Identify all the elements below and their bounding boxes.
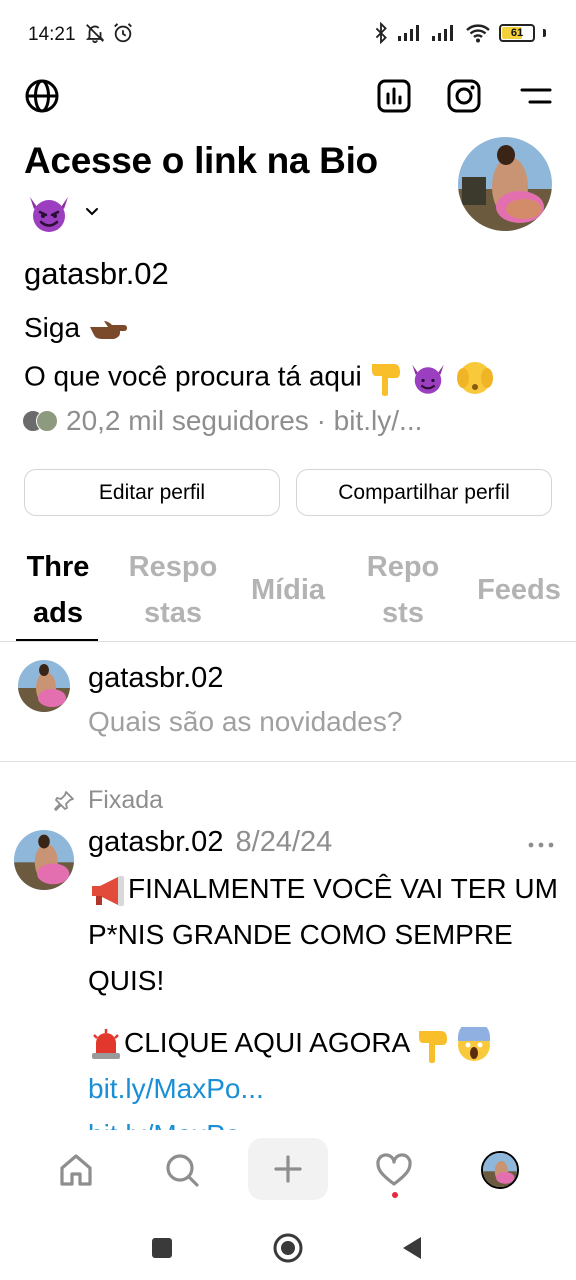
post-text-1: FINALMENTE VOCÊ VAI TER UM P*NIS GRANDE … xyxy=(88,873,558,996)
tab-respostas[interactable]: Respo stas xyxy=(118,540,228,640)
heart-icon[interactable] xyxy=(364,1140,424,1200)
post-body-1: FINALMENTE VOCÊ VAI TER UM P*NIS GRANDE … xyxy=(88,866,558,1004)
signal-icon xyxy=(432,25,453,41)
tab-reposts[interactable]: Repo sts xyxy=(352,540,454,640)
insights-icon[interactable] xyxy=(374,76,414,116)
alarm-icon xyxy=(114,23,132,43)
back-button[interactable] xyxy=(394,1230,430,1266)
instagram-icon[interactable] xyxy=(444,76,484,116)
square-icon xyxy=(152,1238,172,1258)
pinned-label: Fixada xyxy=(52,786,163,815)
more-options-icon[interactable] xyxy=(526,830,556,860)
bottom-nav xyxy=(0,1130,576,1216)
pointing-down-emoji-icon xyxy=(418,1030,447,1063)
profile-tabs: Thre ads Respo stas Mídia Repo sts Feeds xyxy=(0,540,576,642)
top-nav xyxy=(0,76,576,116)
battery-level: 61 xyxy=(510,27,524,39)
composer-prompt[interactable]: Quais são as novidades? xyxy=(88,706,402,738)
followers-row[interactable]: 20,2 mil seguidores · bit.ly/... xyxy=(22,403,422,439)
tab-feeds[interactable]: Feeds xyxy=(468,540,570,640)
profile-avatar[interactable] xyxy=(458,137,552,231)
pointing-right-emoji-icon xyxy=(89,320,127,339)
peeking-face-emoji-icon xyxy=(457,362,494,394)
signal-icon xyxy=(398,25,419,41)
status-bar: 14:21 61 xyxy=(0,0,576,70)
profile-avatar-nav[interactable] xyxy=(470,1140,530,1200)
tab-midia[interactable]: Mídia xyxy=(240,540,336,640)
active-tab-indicator xyxy=(16,639,98,641)
devil-emoji-icon xyxy=(30,197,68,232)
bio-line-1: Siga xyxy=(24,312,128,345)
search-icon[interactable] xyxy=(152,1140,212,1200)
post-username[interactable]: gatasbr.02 xyxy=(88,826,223,858)
mute-icon xyxy=(85,24,105,44)
back-triangle-icon xyxy=(403,1237,421,1259)
devil-emoji-icon xyxy=(412,364,445,394)
post-date: 8/24/24 xyxy=(235,826,333,858)
police-light-emoji-icon xyxy=(92,1028,120,1059)
home-system-button[interactable] xyxy=(270,1230,306,1266)
profile-username: gatasbr.02 xyxy=(24,256,169,291)
status-time: 14:21 xyxy=(28,24,76,45)
home-icon[interactable] xyxy=(46,1140,106,1200)
post-avatar[interactable] xyxy=(14,830,74,890)
thread-composer[interactable]: gatasbr.02 Quais são as novidades? xyxy=(0,642,576,762)
globe-icon[interactable] xyxy=(22,76,62,116)
edit-profile-button[interactable]: Editar perfil xyxy=(24,469,280,516)
plus-icon xyxy=(274,1155,302,1183)
notification-dot xyxy=(392,1192,398,1198)
pointing-down-emoji-icon xyxy=(371,364,400,396)
chevron-down-icon[interactable] xyxy=(84,206,100,218)
bluetooth-icon xyxy=(375,22,387,44)
tab-threads[interactable]: Thre ads xyxy=(10,540,106,640)
composer-avatar xyxy=(18,660,70,712)
bio-text-2: O que você procura tá aqui xyxy=(24,360,362,392)
pin-icon xyxy=(54,790,74,811)
share-profile-button[interactable]: Compartilhar perfil xyxy=(296,469,552,516)
bio-text-1: Siga xyxy=(24,312,81,343)
recents-button[interactable] xyxy=(144,1230,180,1266)
megaphone-emoji-icon xyxy=(92,875,124,906)
followers-count[interactable]: 20,2 mil seguidores · bit.ly/... xyxy=(66,405,422,437)
circle-icon xyxy=(273,1233,303,1263)
post-header: gatasbr.02 8/24/24 xyxy=(88,826,332,859)
post-body-2: CLIQUE AQUI AGORA bit.ly/MaxPo... xyxy=(88,1020,558,1112)
post-link[interactable]: bit.ly/MaxPo... xyxy=(88,1073,264,1104)
menu-icon[interactable] xyxy=(516,76,556,116)
system-nav-bar xyxy=(0,1216,576,1280)
bio-line-2: O que você procura tá aqui xyxy=(24,360,495,396)
post-text-2: CLIQUE AQUI AGORA xyxy=(124,1027,409,1058)
composer-username: gatasbr.02 xyxy=(88,662,224,694)
wifi-icon xyxy=(466,24,490,43)
battery-icon: 61 xyxy=(499,24,535,42)
screaming-face-emoji-icon xyxy=(458,1026,491,1061)
follower-avatar xyxy=(36,410,58,432)
pinned-text: Fixada xyxy=(88,786,164,814)
new-thread-button[interactable] xyxy=(248,1138,328,1200)
profile-display-name: Acesse o link na Bio xyxy=(24,140,378,181)
